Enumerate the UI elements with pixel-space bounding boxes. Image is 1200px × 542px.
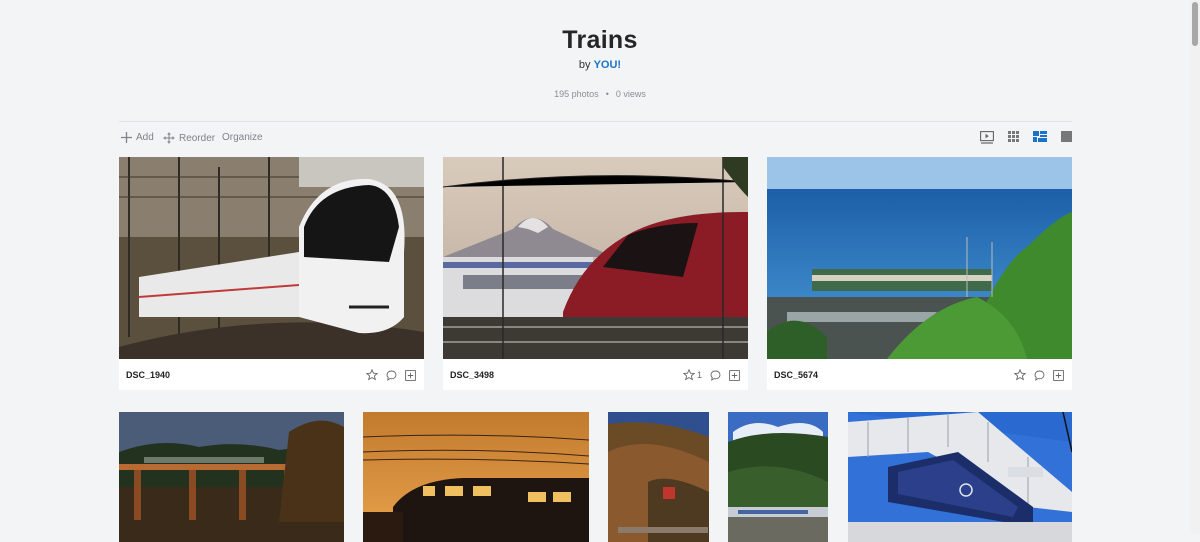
like-count: 1 bbox=[696, 370, 702, 380]
star-icon[interactable] bbox=[366, 369, 378, 381]
photo-thumbnail[interactable] bbox=[363, 412, 589, 542]
stats-separator: • bbox=[605, 89, 609, 99]
photo-thumbnail[interactable] bbox=[848, 412, 1072, 542]
page-scrollbar[interactable] bbox=[1190, 0, 1200, 534]
reorder-label: Reorder bbox=[179, 132, 216, 144]
scrollbar-thumb[interactable] bbox=[1192, 2, 1198, 46]
add-to-icon[interactable] bbox=[405, 369, 416, 381]
photo-meta: DSC_5674 bbox=[767, 359, 1072, 390]
add-to-icon[interactable] bbox=[729, 369, 740, 381]
photo-meta: DSC_1940 bbox=[119, 359, 424, 390]
reorder-button[interactable]: Reorder bbox=[163, 132, 215, 144]
photo-title[interactable]: DSC_1940 bbox=[126, 370, 170, 380]
photo-thumbnail[interactable] bbox=[728, 412, 828, 542]
photo-card[interactable]: DSC_3498 1 bbox=[443, 157, 748, 390]
byline-prefix: by bbox=[578, 59, 591, 71]
view-switcher bbox=[980, 131, 1072, 147]
organize-button[interactable]: Organize bbox=[222, 132, 263, 143]
mosaic-view-icon[interactable] bbox=[1033, 131, 1047, 147]
move-arrows-icon bbox=[163, 132, 175, 144]
organize-label: Organize bbox=[222, 132, 263, 143]
add-label: Add bbox=[136, 132, 154, 143]
photo-image[interactable] bbox=[119, 157, 424, 359]
photo-actions: 1 bbox=[682, 369, 740, 381]
single-view-icon[interactable] bbox=[1061, 131, 1072, 147]
photo-card[interactable]: DSC_1940 bbox=[119, 157, 424, 390]
photo-card[interactable]: DSC_5674 bbox=[767, 157, 1072, 390]
photo-image[interactable] bbox=[767, 157, 1072, 359]
add-to-icon[interactable] bbox=[1053, 369, 1064, 381]
star-icon[interactable] bbox=[1014, 369, 1026, 381]
album-header: Trains by YOU! bbox=[0, 26, 1200, 71]
album-stats: 195 photos • 0 views bbox=[0, 89, 1200, 99]
photo-thumbnail[interactable] bbox=[119, 412, 344, 542]
album-toolbar: Add Reorder Organize bbox=[119, 131, 1072, 148]
star-icon[interactable]: 1 bbox=[682, 369, 702, 381]
slideshow-view-icon[interactable] bbox=[980, 131, 994, 147]
photo-title[interactable]: DSC_3498 bbox=[450, 370, 494, 380]
photo-count: 195 photos bbox=[554, 89, 599, 99]
owner-link[interactable]: YOU! bbox=[594, 59, 622, 71]
photo-thumbnail[interactable] bbox=[608, 412, 709, 542]
comment-icon[interactable] bbox=[386, 370, 397, 381]
album-title: Trains bbox=[562, 26, 638, 54]
view-count: 0 views bbox=[615, 89, 646, 99]
header-divider bbox=[119, 121, 1072, 122]
photo-actions bbox=[1014, 369, 1064, 381]
comment-icon[interactable] bbox=[1034, 370, 1045, 381]
photo-meta: DSC_3498 1 bbox=[443, 359, 748, 390]
photo-actions bbox=[366, 369, 416, 381]
comment-icon[interactable] bbox=[710, 370, 721, 381]
album-byline: by YOU! bbox=[0, 59, 1200, 71]
plus-icon bbox=[121, 132, 132, 143]
grid-view-icon[interactable] bbox=[1008, 131, 1019, 147]
photo-title[interactable]: DSC_5674 bbox=[774, 370, 818, 380]
photo-image[interactable] bbox=[443, 157, 748, 359]
add-button[interactable]: Add bbox=[121, 132, 154, 143]
